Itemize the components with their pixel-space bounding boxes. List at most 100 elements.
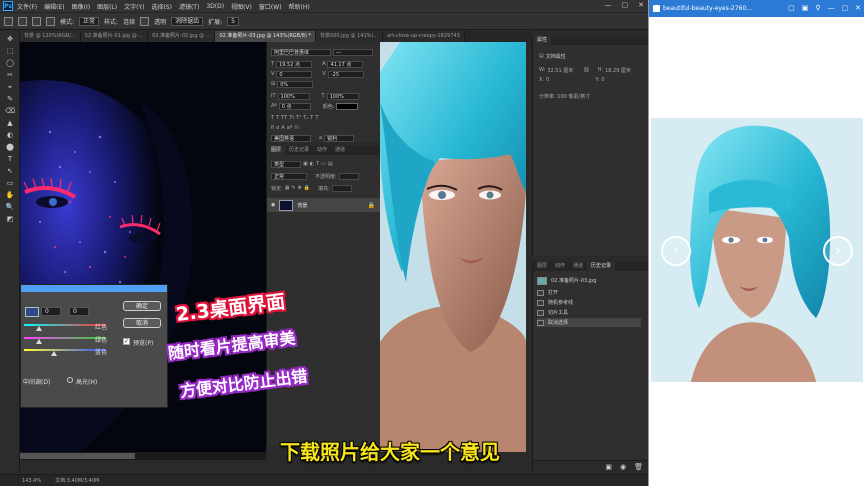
filter-type-icon[interactable]: T xyxy=(316,161,319,167)
tab-history[interactable]: 历史记录 xyxy=(285,146,313,155)
vertical-scale-input[interactable]: 100% xyxy=(277,92,310,100)
filter-shape-icon[interactable]: ▭ xyxy=(321,161,326,167)
history-item[interactable]: 随机参考线 xyxy=(537,298,641,307)
width-value[interactable]: 32.51 厘米 xyxy=(547,67,573,74)
trash-icon[interactable]: 🗑 xyxy=(634,463,643,471)
viewer-titlebar[interactable]: beautiful-beauty-eyes-2760... ▢ ▣ ⚲ — ▢ … xyxy=(649,0,864,17)
tsume-input[interactable]: 0% xyxy=(277,80,314,88)
previous-image-button[interactable]: ‹ xyxy=(661,236,691,266)
viewer-minimize-icon[interactable]: — xyxy=(828,4,835,12)
photoshop-logo-icon[interactable]: Ps xyxy=(3,1,13,11)
visibility-eye-icon[interactable]: ◉ xyxy=(271,202,275,208)
tab-doc-1[interactable]: 背景 @ 120%(RGB/... xyxy=(20,31,81,42)
lock-all-icon[interactable]: 🔒 xyxy=(304,185,310,191)
new-document-from-state-icon[interactable]: ▣ xyxy=(605,463,612,471)
blend-select[interactable]: 正常 xyxy=(79,16,100,26)
antialias-select[interactable]: 锐利 xyxy=(324,134,355,142)
menu-edit[interactable]: 编辑(E) xyxy=(44,2,64,11)
tab-channels[interactable]: 通道 xyxy=(331,146,349,155)
slider-handle-icon[interactable] xyxy=(36,339,42,344)
crop-tool-icon[interactable]: ✂ xyxy=(4,71,16,79)
subtract-selection-icon[interactable] xyxy=(46,16,55,26)
history-item-selected[interactable]: 取消选择 xyxy=(537,318,641,327)
fraction-icon[interactable]: ½ xyxy=(294,125,299,131)
cancel-button[interactable]: 取消 xyxy=(123,318,161,328)
font-style-select[interactable]: — xyxy=(333,48,373,56)
lock-pixels-icon[interactable]: ✎ xyxy=(291,185,295,191)
tab-layers[interactable]: 图层 xyxy=(267,146,286,155)
filter-pixel-icon[interactable]: ▣ xyxy=(303,161,308,167)
height-value[interactable]: 18.29 厘米 xyxy=(605,67,631,74)
baseline-input[interactable]: 0 点 xyxy=(278,102,311,110)
shape-tool-icon[interactable]: ▭ xyxy=(4,179,16,187)
color-level-input-2[interactable]: 0 xyxy=(69,307,89,316)
path-select-tool-icon[interactable]: ↖ xyxy=(4,167,16,175)
font-family-select[interactable]: 阿里巴巴普惠体 xyxy=(271,48,331,56)
layer-filter-select[interactable]: 类型 xyxy=(271,160,301,168)
marquee-tool-icon[interactable]: ⬚ xyxy=(4,47,16,55)
tab-doc-4-active[interactable]: 02.准备照片-03.jpg @ 143%(RGB/8) * xyxy=(215,31,317,42)
document-size[interactable]: 文档:3.40M/3.40M xyxy=(55,477,99,484)
history-item[interactable]: 打开 xyxy=(537,288,641,297)
zoom-tool-icon[interactable]: 🔍 xyxy=(4,203,16,211)
spread-input[interactable]: 5 xyxy=(227,16,239,26)
contiguous-option[interactable]: 连续 xyxy=(123,17,135,26)
filter-smart-icon[interactable]: ▤ xyxy=(328,161,333,167)
horizontal-scale-input[interactable]: 100% xyxy=(326,92,359,100)
text-color-swatch[interactable] xyxy=(336,102,359,110)
horizontal-scrollbar[interactable] xyxy=(20,452,266,460)
add-selection-icon[interactable] xyxy=(32,16,41,26)
menu-filter[interactable]: 滤镜(T) xyxy=(179,2,199,11)
minimize-icon[interactable]: — xyxy=(605,1,612,9)
new-selection-icon[interactable] xyxy=(18,16,27,26)
tab-doc-5[interactable]: 背景000.jpg @ 141%(... xyxy=(316,31,384,42)
tab-doc-6[interactable]: art-close-up-creepy-1829743 xyxy=(383,31,465,42)
hand-tool-icon[interactable]: ✋ xyxy=(4,191,16,199)
tab-channels-2[interactable]: 通道 xyxy=(569,262,587,271)
next-image-button[interactable]: › xyxy=(823,236,853,266)
all-caps-icon[interactable]: TT xyxy=(281,115,287,121)
ordinal-icon[interactable]: aª xyxy=(287,125,292,131)
menu-file[interactable]: 文件(F) xyxy=(17,2,37,11)
tab-history-2[interactable]: 历史记录 xyxy=(587,262,616,271)
slider-handle-icon[interactable] xyxy=(51,351,57,356)
opacity-input[interactable] xyxy=(338,172,359,180)
menu-3d[interactable]: 3D(D) xyxy=(206,3,224,10)
ok-button[interactable]: 确定 xyxy=(123,301,161,311)
pin-icon[interactable]: ⚲ xyxy=(815,4,820,12)
tool-preset-icon[interactable] xyxy=(4,16,13,26)
history-snapshot[interactable]: 02.准备照片-03.jpg xyxy=(537,276,641,285)
actual-size-icon[interactable]: ▣ xyxy=(802,4,809,12)
faux-italic-icon[interactable]: T xyxy=(276,115,279,121)
pen-tool-icon[interactable]: ⬤ xyxy=(4,143,16,151)
slider-handle-icon[interactable] xyxy=(36,326,42,331)
small-caps-icon[interactable]: Tt xyxy=(289,115,294,121)
type-tool-icon[interactable]: T xyxy=(4,155,16,163)
superscript-icon[interactable]: T¹ xyxy=(296,115,301,121)
highlights-radio-label[interactable]: 高光(H) xyxy=(76,377,97,386)
filter-adjust-icon[interactable]: ◐ xyxy=(310,161,314,167)
x-value[interactable]: 0 xyxy=(546,77,549,83)
lock-position-icon[interactable]: ✥ xyxy=(298,185,302,191)
font-size-input[interactable]: 19.52 点 xyxy=(276,60,313,68)
language-select[interactable]: 美国英语 xyxy=(271,134,311,142)
layer-row-background[interactable]: ◉ 背景 🔒 xyxy=(267,198,381,212)
tab-doc-2[interactable]: 02.准备照片-01.jpg @ ... xyxy=(80,31,149,42)
lasso-tool-icon[interactable]: ◯ xyxy=(4,59,16,67)
antialias-button[interactable]: 消除锯齿 xyxy=(171,16,204,26)
move-tool-icon[interactable]: ✥ xyxy=(4,35,16,43)
scrollbar-thumb[interactable] xyxy=(20,453,135,459)
y-value[interactable]: 0 xyxy=(601,77,604,83)
viewer-close-icon[interactable]: ✕ xyxy=(855,4,861,12)
underline-icon[interactable]: T xyxy=(310,115,313,121)
menu-help[interactable]: 帮助(H) xyxy=(289,2,310,11)
menu-image[interactable]: 图像(I) xyxy=(72,2,90,11)
subscript-icon[interactable]: T₁ xyxy=(303,115,308,121)
menu-type[interactable]: 文字(Y) xyxy=(124,2,144,11)
dialog-titlebar[interactable] xyxy=(21,285,167,292)
oldstyle-icon[interactable]: σ xyxy=(276,125,279,131)
menu-window[interactable]: 窗口(W) xyxy=(259,2,282,11)
ligature-icon[interactable]: fi xyxy=(271,125,274,131)
lock-transparent-icon[interactable]: ▦ xyxy=(285,185,290,191)
dodge-tool-icon[interactable]: ◐ xyxy=(4,131,16,139)
